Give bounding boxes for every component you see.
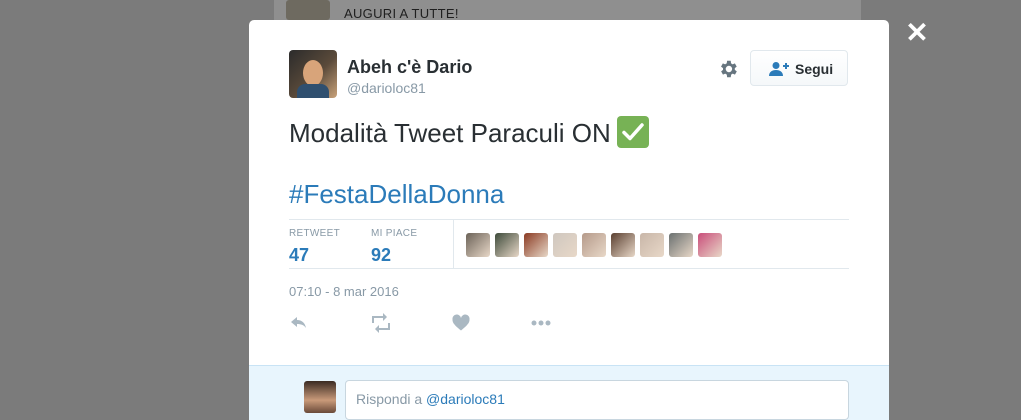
liker-avatar[interactable] xyxy=(698,233,722,257)
tweet-modal: Abeh c'è Dario @darioloc81 Segui Modalit… xyxy=(249,20,889,420)
liker-avatar[interactable] xyxy=(466,233,490,257)
tweet-timestamp[interactable]: 07:10 - 8 mar 2016 xyxy=(289,284,399,299)
check-mark-icon xyxy=(616,116,649,148)
background-avatar xyxy=(286,0,330,20)
more-icon[interactable] xyxy=(529,313,553,337)
tweet-text: Modalità Tweet Paraculi ON xyxy=(289,116,649,149)
likes-stat[interactable]: MI PIACE 92 xyxy=(371,228,417,266)
liker-avatar[interactable] xyxy=(611,233,635,257)
liker-avatar[interactable] xyxy=(495,233,519,257)
current-user-avatar xyxy=(304,381,336,413)
gear-icon[interactable] xyxy=(717,58,739,80)
reply-area: Rispondi a @darioloc81 xyxy=(249,365,889,420)
retweet-stat[interactable]: RETWEET 47 xyxy=(289,228,340,266)
reply-input[interactable]: Rispondi a @darioloc81 xyxy=(345,380,849,420)
likes-count: 92 xyxy=(371,245,392,265)
hashtag-link[interactable]: #FestaDellaDonna xyxy=(289,179,504,210)
author-name[interactable]: Abeh c'è Dario xyxy=(347,57,472,78)
retweet-icon[interactable] xyxy=(369,313,393,337)
follow-button[interactable]: Segui xyxy=(750,50,848,86)
heart-icon[interactable] xyxy=(451,313,475,337)
follow-button-label: Segui xyxy=(795,61,834,77)
close-icon[interactable]: ✕ xyxy=(904,19,930,47)
background-tweet-text: AUGURI A TUTTE! xyxy=(344,6,459,21)
liker-avatar[interactable] xyxy=(524,233,548,257)
liker-avatar[interactable] xyxy=(640,233,664,257)
author-avatar[interactable] xyxy=(289,50,337,98)
retweet-label: RETWEET xyxy=(289,228,340,239)
tweet-stats: RETWEET 47 MI PIACE 92 xyxy=(289,219,849,269)
stats-divider xyxy=(453,220,454,268)
liker-avatar[interactable] xyxy=(553,233,577,257)
reply-prefix: Rispondi a xyxy=(356,391,427,407)
retweet-count: 47 xyxy=(289,245,310,265)
add-user-icon xyxy=(769,61,789,77)
reply-mention: @darioloc81 xyxy=(426,391,505,407)
author-handle[interactable]: @darioloc81 xyxy=(347,80,426,96)
tweet-actions xyxy=(289,313,589,337)
tweet-text-body: Modalità Tweet Paraculi ON xyxy=(289,118,611,148)
reply-icon[interactable] xyxy=(289,313,313,337)
likes-label: MI PIACE xyxy=(371,228,418,239)
liker-avatar[interactable] xyxy=(582,233,606,257)
liker-avatar[interactable] xyxy=(669,233,693,257)
